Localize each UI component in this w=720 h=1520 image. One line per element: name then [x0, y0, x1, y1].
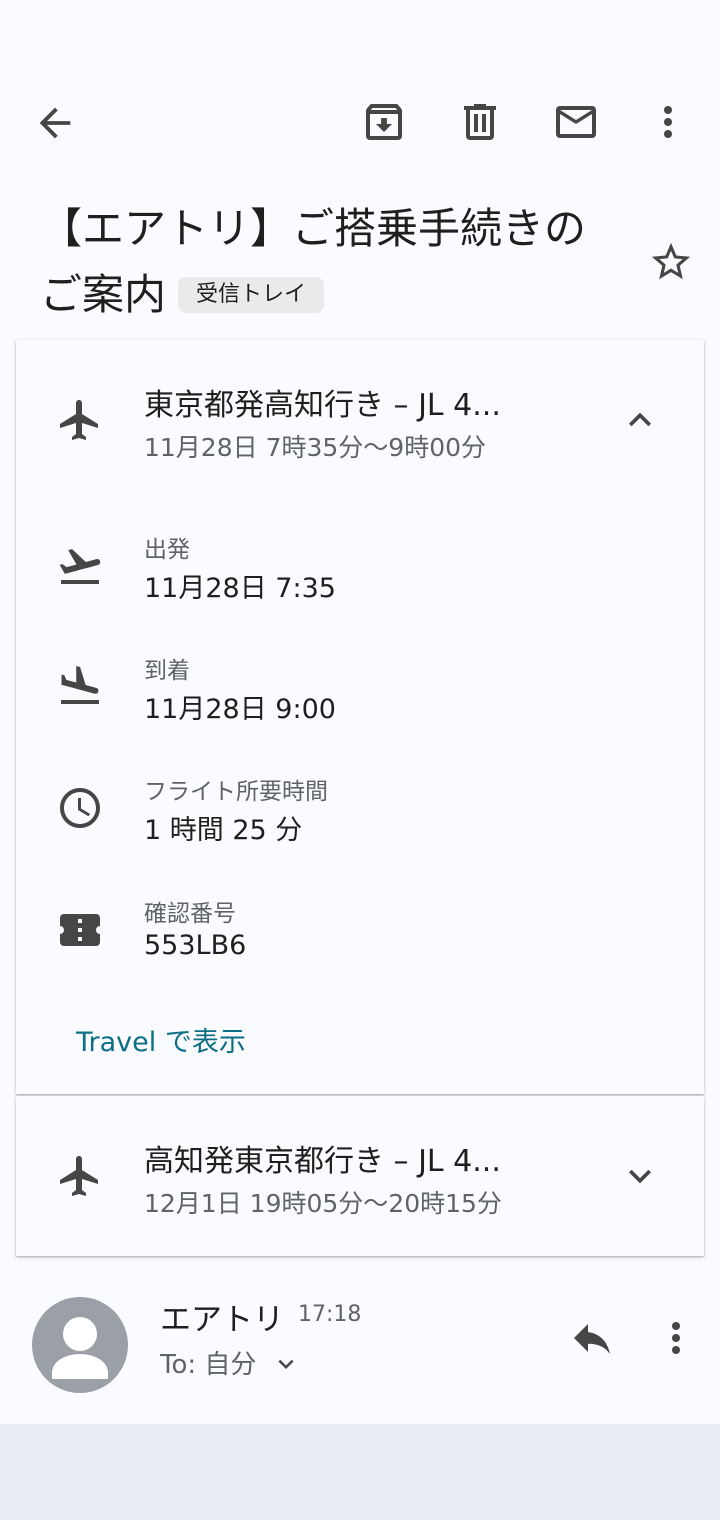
recipient-details-toggle[interactable]: To: 自分 [160, 1344, 301, 1381]
flight-card-outbound: 東京都発高知行き – JL 4... 11月28日 7時35分～9時00分 出発… [16, 340, 704, 1094]
subject-line-2: ご案内 [40, 270, 167, 319]
flight-takeoff-icon [56, 542, 104, 590]
flight-icon [56, 396, 104, 444]
subject-line-1: 【エアトリ】ご搭乗手続きの [40, 204, 587, 253]
arrival-label: 到着 [144, 658, 190, 684]
flight-time: 12月1日 19時05分～20時15分 [144, 1189, 502, 1218]
chevron-down-icon [271, 1349, 301, 1379]
duration-label: フライト所要時間 [144, 779, 328, 805]
chevron-down-icon[interactable] [618, 1154, 662, 1198]
flight-icon [56, 1152, 104, 1200]
sent-time: 17:18 [298, 1302, 362, 1327]
reply-icon[interactable] [568, 1314, 616, 1362]
email-subject: 【エアトリ】ご搭乗手続きの ご案内 受信トレイ [40, 196, 630, 328]
delete-icon[interactable] [456, 98, 504, 146]
sender-name: エアトリ [160, 1302, 284, 1338]
more-vert-icon[interactable] [644, 98, 692, 146]
flight-time: 11月28日 7時35分～9時00分 [144, 433, 487, 462]
mark-unread-icon[interactable] [552, 98, 600, 146]
ticket-icon [56, 906, 104, 954]
duration-value: 1 時間 25 分 [144, 815, 303, 846]
chevron-up-icon[interactable] [618, 398, 662, 442]
top-app-bar [0, 80, 720, 164]
avatar[interactable] [32, 1297, 128, 1393]
recipient-text: To: 自分 [160, 1350, 257, 1380]
archive-icon[interactable] [360, 98, 408, 146]
back-arrow-icon[interactable] [32, 100, 78, 146]
inbox-label-chip[interactable]: 受信トレイ [178, 277, 325, 313]
flight-title: 東京都発高知行き – JL 4... [144, 388, 501, 423]
email-screen: 【エアトリ】ご搭乗手続きの ご案内 受信トレイ 東京都発高知行き – JL 4.… [0, 0, 720, 1424]
confirmation-value: 553LB6 [144, 930, 247, 961]
departure-value: 11月28日 7:35 [144, 573, 336, 604]
flight-card-return[interactable]: 高知発東京都行き – JL 4... 12月1日 19時05分～20時15分 [16, 1096, 704, 1256]
flight-land-icon [56, 662, 104, 710]
departure-label: 出発 [144, 537, 190, 563]
confirmation-label: 確認番号 [144, 901, 236, 927]
more-vert-icon[interactable] [652, 1314, 700, 1362]
star-icon[interactable] [648, 239, 694, 285]
flight-title: 高知発東京都行き – JL 4... [144, 1144, 501, 1179]
arrival-value: 11月28日 9:00 [144, 694, 336, 725]
view-in-travel-link[interactable]: Travel で表示 [76, 1020, 246, 1059]
clock-icon [56, 784, 104, 832]
